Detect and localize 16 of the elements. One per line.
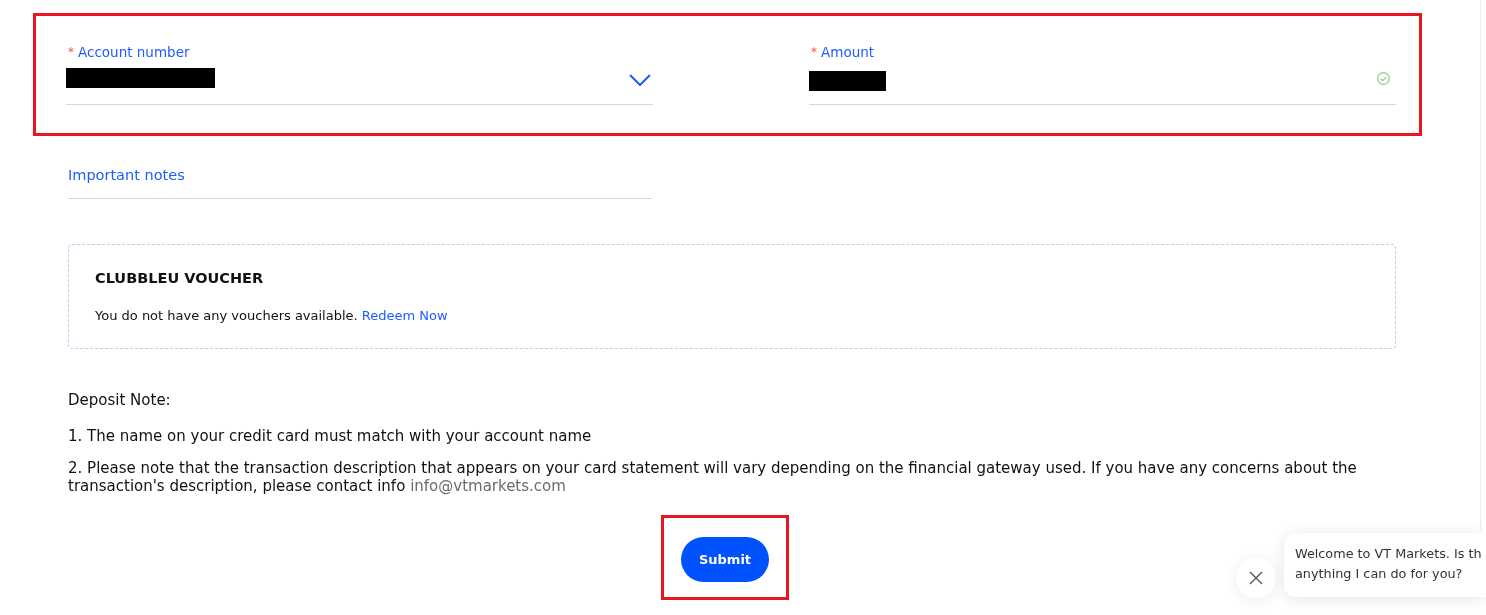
voucher-title: CLUBBLEU VOUCHER [95, 269, 265, 287]
important-notes-toggle[interactable]: Important notes [68, 166, 652, 199]
redeem-now-link[interactable]: Redeem Now [361, 308, 448, 323]
deposit-note-text: 1. The name on your credit card must match with your account name [68, 427, 593, 445]
chevron-down-icon [629, 74, 651, 86]
submit-button[interactable]: Submit [681, 537, 769, 582]
voucher-message: You do not have any vouchers available. Redeem Now [95, 308, 449, 324]
deposit-note-text: 2. Please note that the transaction description that appears on your card statement will vary depending on the financial gateway used. If you have any concerns about the transaction's description, please contact info info@vtmarkets.com [68, 459, 1358, 495]
close-icon [1249, 571, 1263, 585]
deposit-note-title: Deposit Note: [68, 391, 172, 409]
required-mark: * [811, 44, 817, 60]
field-label: Account number [78, 44, 190, 60]
field-label: Amount [821, 44, 875, 60]
required-mark: * [68, 44, 74, 60]
chat-message: Welcome to VT Markets. Is th anything I can do for you? [1295, 545, 1483, 583]
email-link[interactable]: info@vtmarkets.com [410, 477, 566, 495]
